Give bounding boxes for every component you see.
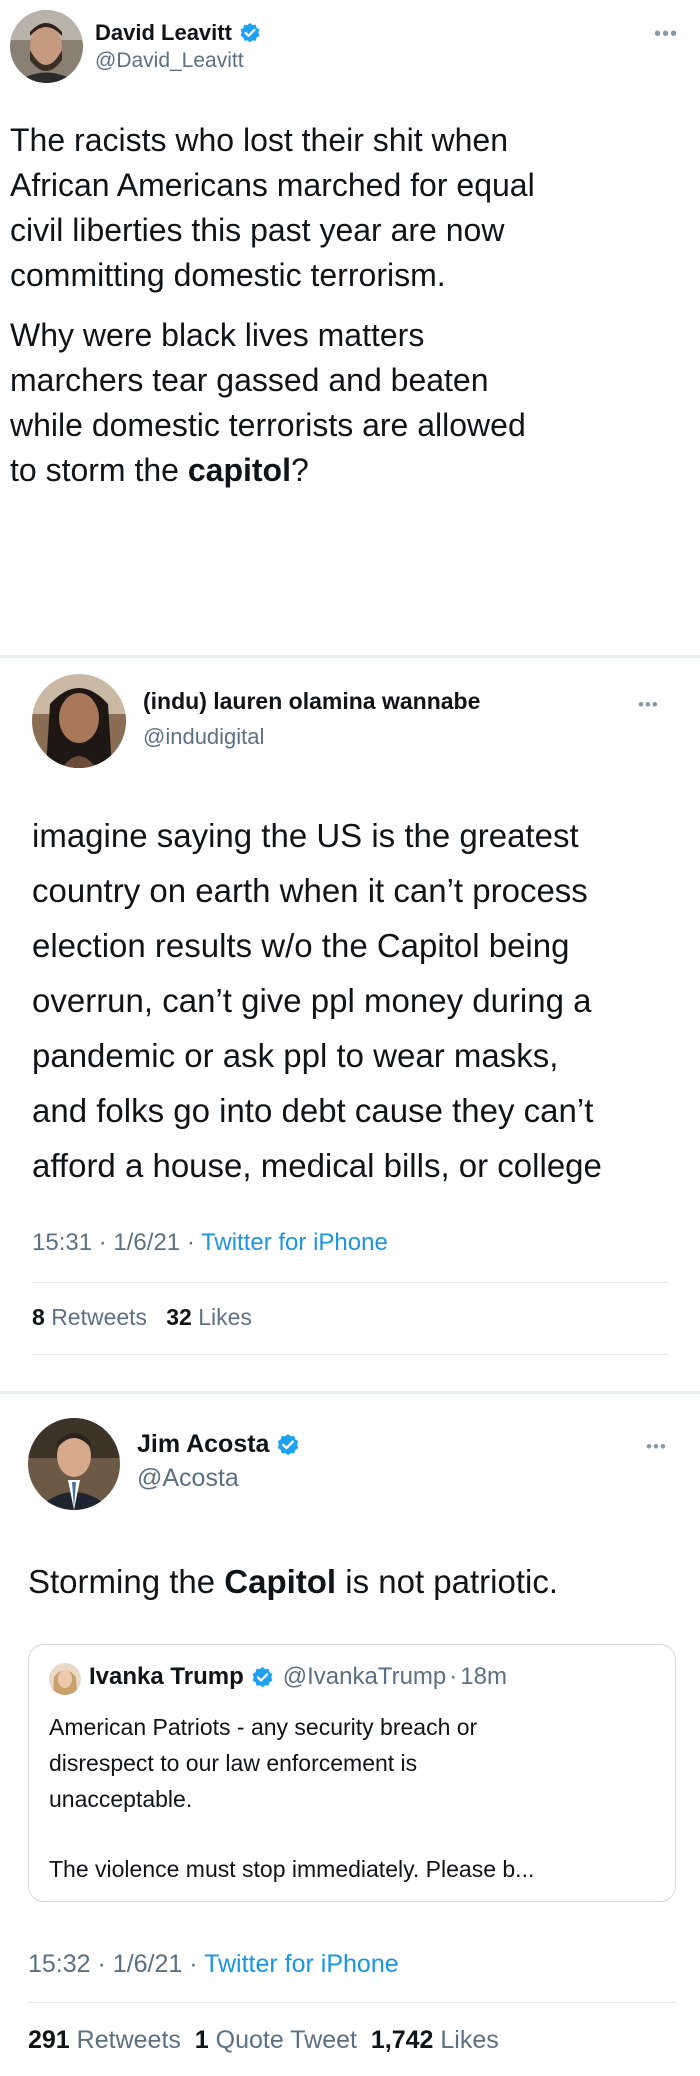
- tweet-text-line: marchers tear gassed and beaten: [10, 362, 489, 398]
- tweet-text-line: while domestic terrorists are allowed: [10, 407, 526, 443]
- tweet-text-fragment: ?: [290, 452, 309, 488]
- tweet-date[interactable]: 1/6/21: [113, 1950, 183, 1978]
- divider: [32, 1354, 668, 1355]
- retweets-label: Retweets: [51, 1304, 148, 1330]
- quoted-tweet-card[interactable]: Ivanka Trump @IvankaTrump · 18m American…: [28, 1644, 676, 1902]
- tweet-text-line: The racists who lost their shit when: [10, 122, 508, 158]
- tweet-time[interactable]: 15:32: [28, 1950, 91, 1978]
- more-options-icon[interactable]: •••: [646, 1438, 667, 1455]
- verified-badge-icon: [276, 1433, 300, 1457]
- tweet-text-line: afford a house, medical bills, or colleg…: [32, 1147, 602, 1184]
- tweet-text-fragment: Storming the: [28, 1563, 225, 1600]
- tweet-timestamp: 15:31 · 1/6/21 · Twitter for iPhone: [32, 1229, 388, 1257]
- tweet-text-line: Storming the Capitol is not patriotic.: [28, 1560, 558, 1604]
- meta-separator: ·: [449, 1663, 458, 1690]
- meta-separator: ·: [98, 1229, 107, 1256]
- tweet-date[interactable]: 1/6/21: [113, 1229, 180, 1256]
- hashtag-highlight: Capitol: [224, 1563, 337, 1600]
- meta-separator: ·: [186, 1229, 195, 1256]
- tweet-text: The racists who lost their shit when Afr…: [10, 118, 535, 493]
- avatar[interactable]: [10, 10, 83, 83]
- quoted-text-line: unacceptable.: [49, 1786, 193, 1812]
- tweet-text-line: election results w/o the Capitol being: [32, 927, 570, 964]
- quoted-text-line: disrespect to our law enforcement is: [49, 1750, 418, 1776]
- tweet-text-line: committing domestic terrorism.: [10, 257, 446, 293]
- tweet-text-line: civil liberties this past year are now: [10, 212, 505, 248]
- tweet-text-line: Why were black lives matters: [10, 317, 425, 353]
- tweet-collage: David Leavitt @David_Leavitt ••• The rac…: [0, 0, 700, 2076]
- tweet-text: Storming the Capitol is not patriotic.: [28, 1560, 558, 1604]
- divider: [28, 2002, 676, 2003]
- retweets-stat[interactable]: 8 Retweets: [32, 1304, 147, 1330]
- likes-stat[interactable]: 32 Likes: [166, 1304, 252, 1330]
- author-handle[interactable]: @indudigital: [143, 724, 264, 750]
- quoted-author-row: Ivanka Trump @IvankaTrump · 18m: [89, 1663, 507, 1691]
- verified-badge-icon: [239, 22, 261, 44]
- tweet-text-line: overrun, can’t give ppl money during a: [32, 982, 592, 1019]
- verified-badge-icon: [251, 1666, 274, 1689]
- tweet-text: imagine saying the US is the greatest co…: [32, 808, 602, 1193]
- tweet-timestamp: 15:32 · 1/6/21 · Twitter for iPhone: [28, 1950, 399, 1979]
- avatar-image-icon: [32, 674, 126, 768]
- author-name[interactable]: (indu) lauren olamina wannabe: [143, 688, 480, 715]
- tweet-text-line: and folks go into debt cause they can’t: [32, 1092, 594, 1129]
- tweet-source-link[interactable]: Twitter for iPhone: [201, 1229, 388, 1256]
- author-handle[interactable]: @David_Leavitt: [95, 49, 244, 73]
- author-name[interactable]: David Leavitt: [95, 20, 232, 46]
- tweet-jim-acosta[interactable]: Jim Acosta @Acosta ••• Storming the Capi…: [0, 1394, 700, 2076]
- likes-count: 32: [166, 1304, 192, 1330]
- more-options-icon[interactable]: •••: [638, 696, 659, 713]
- tweet-text-line: to storm the capitol?: [10, 448, 535, 493]
- tweet-david-leavitt[interactable]: David Leavitt @David_Leavitt ••• The rac…: [0, 0, 700, 655]
- quoted-author-handle[interactable]: @IvankaTrump: [283, 1663, 447, 1691]
- quoted-tweet-text: American Patriots - any security breach …: [49, 1709, 534, 1887]
- tweet-text-line: imagine saying the US is the greatest: [32, 817, 579, 854]
- hashtag-highlight: capitol: [187, 452, 291, 488]
- quoted-time-ago: 18m: [460, 1663, 507, 1690]
- author-name[interactable]: Jim Acosta: [137, 1430, 269, 1459]
- likes-stat[interactable]: 1,742 Likes: [371, 2026, 499, 2054]
- tweet-stats: 8 Retweets 32 Likes: [32, 1304, 252, 1331]
- author-name-row: David Leavitt: [95, 20, 261, 46]
- quote-tweets-stat[interactable]: 1 Quote Tweet: [195, 2026, 357, 2054]
- avatar[interactable]: [28, 1418, 120, 1510]
- tweet-text-line: African Americans marched for equal: [10, 167, 535, 203]
- likes-label: Likes: [440, 2026, 499, 2054]
- avatar-image-icon: [49, 1663, 81, 1695]
- tweet-text-fragment: is not patriotic.: [336, 1563, 559, 1600]
- avatar[interactable]: [32, 674, 126, 768]
- tweet-time[interactable]: 15:31: [32, 1229, 92, 1256]
- retweets-label: Retweets: [76, 2026, 181, 2054]
- tweet-text-fragment: to storm the: [10, 452, 188, 488]
- tweet-source-link[interactable]: Twitter for iPhone: [204, 1950, 399, 1978]
- tweet-text-line: country on earth when it can’t process: [32, 872, 588, 909]
- tweet-indudigital[interactable]: (indu) lauren olamina wannabe @indudigit…: [0, 658, 700, 1391]
- retweets-stat[interactable]: 291 Retweets: [28, 2026, 181, 2054]
- meta-separator: ·: [97, 1950, 106, 1978]
- quoted-text-line: American Patriots - any security breach …: [49, 1714, 478, 1740]
- more-options-icon[interactable]: •••: [654, 24, 678, 44]
- divider: [32, 1282, 668, 1283]
- quote-tweets-label: Quote Tweet: [215, 2026, 357, 2054]
- likes-count: 1,742: [370, 2026, 434, 2054]
- quoted-avatar[interactable]: [49, 1663, 81, 1695]
- quote-tweets-count: 1: [194, 2026, 209, 2054]
- author-name-row: Jim Acosta: [137, 1430, 300, 1459]
- retweets-count: 8: [32, 1304, 45, 1330]
- retweets-count: 291: [28, 2026, 70, 2054]
- likes-label: Likes: [198, 1304, 252, 1330]
- author-handle[interactable]: @Acosta: [137, 1464, 239, 1493]
- meta-separator: ·: [189, 1950, 198, 1978]
- tweet-text-line: pandemic or ask ppl to wear masks,: [32, 1037, 559, 1074]
- quoted-text-line: The violence must stop immediately. Plea…: [49, 1856, 535, 1882]
- tweet-stats: 291 Retweets 1 Quote Tweet 1,742 Likes: [28, 2026, 499, 2055]
- quoted-author-name[interactable]: Ivanka Trump: [89, 1663, 244, 1691]
- avatar-image-icon: [28, 1418, 120, 1510]
- author-name-row: (indu) lauren olamina wannabe: [143, 688, 480, 715]
- avatar-image-icon: [10, 10, 83, 83]
